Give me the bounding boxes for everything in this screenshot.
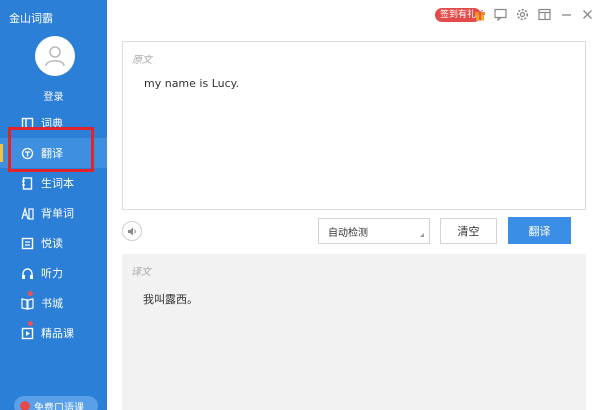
reading-icon [21,237,34,250]
sidebar-item-course[interactable]: 精品课 [0,318,107,348]
bookstore-icon [21,297,34,310]
sidebar-item-label: 悦读 [41,237,63,250]
speaker-icon [127,227,136,235]
title-bar: 签到有礼 [107,0,598,32]
sidebar-item-label: 词典 [41,117,63,130]
sidebar-item-label: 背单词 [41,207,74,220]
avatar[interactable] [35,36,75,76]
close-icon[interactable] [581,8,594,21]
login-link[interactable]: 登录 [0,88,107,103]
translate-icon [21,147,34,160]
mic-icon [20,401,30,410]
language-select[interactable]: 自动检测 [318,218,430,244]
sidebar-item-label: 书城 [41,297,63,310]
app-title: 金山词霸 [9,12,53,25]
course-icon [21,327,34,340]
skin-icon[interactable] [538,8,551,21]
sidebar-nav: 词典 翻译 生词本 背单词 悦读 听力 书城 精品课 [0,108,107,348]
bookstore-badge-dot [28,291,33,296]
sidebar-item-label: 生词本 [41,177,74,190]
course-badge-dot [28,321,33,326]
sidebar-item-translate[interactable]: 翻译 [0,138,107,168]
sidebar-item-label: 翻译 [41,147,63,160]
result-label: 译文 [131,267,151,278]
result-text: 我叫露西。 [143,293,198,306]
source-text[interactable]: my name is Lucy. [144,77,239,90]
sidebar-item-reading[interactable]: 悦读 [0,228,107,258]
memorize-icon [21,206,34,220]
sidebar-item-wordbook[interactable]: 生词本 [0,168,107,198]
free-oral-course-button[interactable]: 免费口语课 [14,396,98,410]
feedback-icon[interactable] [494,8,507,22]
sidebar-item-label: 听力 [41,267,63,280]
sidebar-item-label: 精品课 [41,327,74,340]
dropdown-caret-icon [420,233,424,237]
sidebar-item-listening[interactable]: 听力 [0,258,107,288]
source-label: 原文 [132,55,152,66]
translate-button[interactable]: 翻译 [508,217,571,244]
headphones-icon [21,267,34,280]
speaker-button[interactable] [122,221,142,241]
free-oral-course-label: 免费口语课 [34,402,84,410]
source-text-area[interactable]: 原文 my name is Lucy. [122,41,586,210]
wordbook-icon [21,176,34,190]
sidebar: 金山词霸 登录 词典 翻译 生词本 背单词 悦读 听力 书城 精品课 免费口语课 [0,0,107,410]
settings-icon[interactable] [516,8,529,21]
minimize-icon[interactable] [560,8,573,21]
clear-button[interactable]: 清空 [440,218,497,244]
user-icon [45,46,65,67]
result-text-area: 译文 我叫露西。 [122,254,586,410]
sidebar-item-dictionary[interactable]: 词典 [0,108,107,138]
gift-icon[interactable] [474,8,486,21]
dictionary-icon [21,117,34,130]
language-select-value: 自动检测 [328,227,368,239]
sidebar-item-memorize[interactable]: 背单词 [0,198,107,228]
sidebar-item-bookstore[interactable]: 书城 [0,288,107,318]
